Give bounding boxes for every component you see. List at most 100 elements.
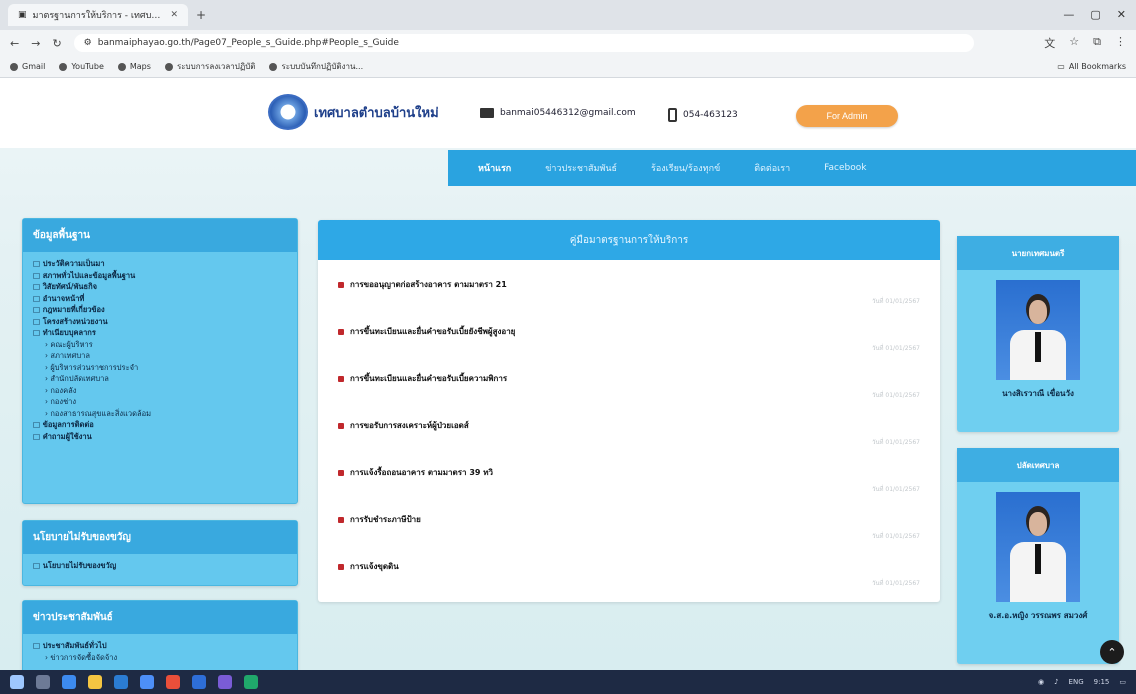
maximize-icon[interactable]: ▢ [1090, 8, 1100, 21]
sidebar-item[interactable]: □ นโยบายไม่รับของขวัญ [33, 560, 287, 572]
sidebar-item[interactable]: › คณะผู้บริหาร [33, 339, 287, 351]
notification-icon[interactable]: ▭ [1119, 678, 1126, 686]
sidebar-item[interactable]: › กองสาธารณสุขและสิ่งแวดล้อม [33, 408, 287, 420]
favicon-icon: ▣ [18, 10, 27, 20]
network-icon[interactable]: ◉ [1038, 678, 1044, 686]
maps-icon [117, 62, 126, 71]
municipality-seal-icon [268, 94, 308, 130]
bullet-icon [338, 281, 344, 288]
service-guide-panel: คู่มือมาตรฐานการให้บริการ การขออนุญาตก่อ… [318, 220, 940, 602]
service-guide-title: คู่มือมาตรฐานการให้บริการ [318, 220, 940, 260]
store-icon[interactable] [114, 675, 128, 689]
bookmark-time[interactable]: ระบบการลงเวลาปฏิบัติ [164, 60, 256, 73]
site-logo[interactable]: เทศบาลตำบลบ้านใหม่ [268, 94, 439, 130]
start-icon[interactable] [10, 675, 24, 689]
nav-complaints[interactable]: ร้องเรียน/ร้องทุกข์ [651, 161, 720, 175]
post-date: วันที่ 01/01/2567 [872, 392, 920, 399]
sidebar-item[interactable]: □ อำนาจหน้าที่ [33, 293, 287, 305]
sidebar-item[interactable]: □ สภาพทั่วไปและข้อมูลพื้นฐาน [33, 270, 287, 282]
language-indicator[interactable]: ENG [1069, 678, 1084, 686]
service-guide-link[interactable]: การขึ้นทะเบียนและยื่นคำขอรับเบี้ยยังชีพผ… [338, 325, 515, 338]
star-icon[interactable]: ☆ [1069, 35, 1079, 51]
sidebar-item[interactable]: □ โครงสร้างหน่วยงาน [33, 316, 287, 328]
sidebar-item[interactable]: □ ประวัติความเป็นมา [33, 258, 287, 270]
sidebar-item[interactable]: › กองช่าง [33, 396, 287, 408]
close-window-icon[interactable]: ✕ [1117, 8, 1126, 21]
app-icon[interactable] [244, 675, 258, 689]
search-icon[interactable] [36, 675, 50, 689]
sidebar-item[interactable]: □ ข้อมูลการติดต่อ [33, 419, 287, 431]
sidebar-news-title: ข่าวประชาสัมพันธ์ [23, 601, 297, 634]
translate-icon[interactable]: 文 [1044, 35, 1055, 51]
clerk-photo[interactable] [996, 492, 1080, 602]
sidebar-item[interactable]: › สภาเทศบาล [33, 350, 287, 362]
bookmark-label: ระบบการลงเวลาปฏิบัติ [176, 62, 256, 71]
address-bar[interactable]: ⚙ banmaiphayao.go.th/Page07_People_s_Gui… [73, 34, 974, 52]
bookmark-maps[interactable]: Maps [117, 62, 151, 71]
sidebar-item[interactable]: › ข่าวการจัดซื้อจัดจ้าง [33, 652, 287, 664]
site-header: เทศบาลตำบลบ้านใหม่ banmai05446312@gmail.… [0, 78, 1136, 148]
sidebar-item[interactable]: □ คำถามผู้ใช้งาน [33, 431, 287, 443]
service-guide-link[interactable]: การขออนุญาตก่อสร้างอาคาร ตามมาตรา 21 [338, 278, 507, 291]
admin-button[interactable]: For Admin [796, 105, 898, 127]
bookmark-gmail[interactable]: Gmail [10, 62, 45, 71]
service-guide-link[interactable]: การรับชำระภาษีป้าย [338, 513, 421, 526]
menu-icon[interactable]: ⋮ [1115, 35, 1126, 51]
chevron-up-icon: ⌃ [1107, 645, 1117, 659]
main-nav: หน้าแรก ข่าวประชาสัมพันธ์ ร้องเรียน/ร้อง… [448, 150, 1136, 186]
bookmark-work[interactable]: ระบบบันทึกปฏิบัติงาน... [269, 60, 363, 73]
service-guide-link[interactable]: การแจ้งขุดดิน [338, 560, 399, 573]
mayor-photo[interactable] [996, 280, 1080, 380]
bookmark-youtube[interactable]: YouTube [59, 62, 104, 71]
service-guide-link[interactable]: การขอรับการสงเคราะห์ผู้ป่วยเอดส์ [338, 419, 469, 432]
clerk-role: ปลัดเทศบาล [957, 448, 1119, 482]
nav-home[interactable]: หน้าแรก [478, 161, 511, 175]
mayor-name: นางสิเรวาณี เขื่อนวัง [1002, 389, 1074, 398]
extensions-icon[interactable]: ⧉ [1093, 35, 1101, 51]
site-info-icon[interactable]: ⚙ [84, 38, 92, 48]
close-tab-icon[interactable]: ✕ [170, 10, 178, 20]
nav-facebook[interactable]: Facebook [824, 163, 866, 173]
phone-icon [668, 108, 677, 122]
browser-tab[interactable]: ▣ มาตรฐานการให้บริการ - เทศบาลตำบลบ้านให… [8, 4, 188, 26]
sidebar-item[interactable]: □ กฎหมายที่เกี่ยวข้อง [33, 304, 287, 316]
minimize-icon[interactable]: — [1063, 8, 1074, 21]
service-guide-label: การแจ้งรื้อถอนอาคาร ตามมาตรา 39 ทวิ [350, 468, 494, 477]
sidebar-item[interactable]: □ ทำเนียบบุคลากร [33, 327, 287, 339]
os-taskbar: ◉ ♪ ENG 9:15 ▭ [0, 670, 1136, 694]
service-guide-label: การขออนุญาตก่อสร้างอาคาร ตามมาตรา 21 [350, 280, 507, 289]
sidebar-item[interactable]: □ วิสัยทัศน์/พันธกิจ [33, 281, 287, 293]
chrome-icon[interactable] [166, 675, 180, 689]
edge-icon[interactable] [62, 675, 76, 689]
clock[interactable]: 9:15 [1094, 678, 1110, 686]
sidebar-item[interactable]: › สำนักปลัดเทศบาล [33, 373, 287, 385]
sidebar-item[interactable]: › ผู้บริหารส่วนราชการประจำ [33, 362, 287, 374]
youtube-icon [59, 62, 68, 71]
explorer-icon[interactable] [88, 675, 102, 689]
service-guide-link[interactable]: การขึ้นทะเบียนและยื่นคำขอรับเบี้ยความพิก… [338, 372, 507, 385]
new-tab-button[interactable]: + [196, 8, 206, 22]
volume-icon[interactable]: ♪ [1054, 678, 1058, 686]
sidebar-item[interactable]: □ ประชาสัมพันธ์ทั่วไป [33, 640, 287, 652]
bookmark-label: Maps [129, 62, 151, 71]
nav-contact[interactable]: ติดต่อเรา [754, 161, 790, 175]
back-icon[interactable]: ← [10, 37, 19, 50]
app-icon[interactable] [218, 675, 232, 689]
service-guide-label: การแจ้งขุดดิน [350, 562, 399, 571]
scroll-to-top-button[interactable]: ⌃ [1100, 640, 1124, 664]
photo-face [1029, 300, 1047, 324]
sidebar-news-list: □ ประชาสัมพันธ์ทั่วไป › ข่าวการจัดซื้อจัด… [23, 634, 297, 669]
word-icon[interactable] [192, 675, 206, 689]
folder-icon: ▭ [1057, 62, 1065, 71]
mail-icon[interactable] [140, 675, 154, 689]
bookmark-icon [164, 62, 173, 71]
all-bookmarks[interactable]: ▭ All Bookmarks [1057, 62, 1126, 71]
forward-icon[interactable]: → [31, 37, 40, 50]
nav-news[interactable]: ข่าวประชาสัมพันธ์ [545, 161, 617, 175]
sidebar-item[interactable]: › กองคลัง [33, 385, 287, 397]
reload-icon[interactable]: ↻ [52, 37, 61, 50]
bullet-icon [338, 516, 344, 523]
service-guide-link[interactable]: การแจ้งรื้อถอนอาคาร ตามมาตรา 39 ทวิ [338, 466, 493, 479]
address-bar-row: ← → ↻ ⚙ banmaiphayao.go.th/Page07_People… [0, 30, 1136, 56]
photo-face [1029, 512, 1047, 536]
